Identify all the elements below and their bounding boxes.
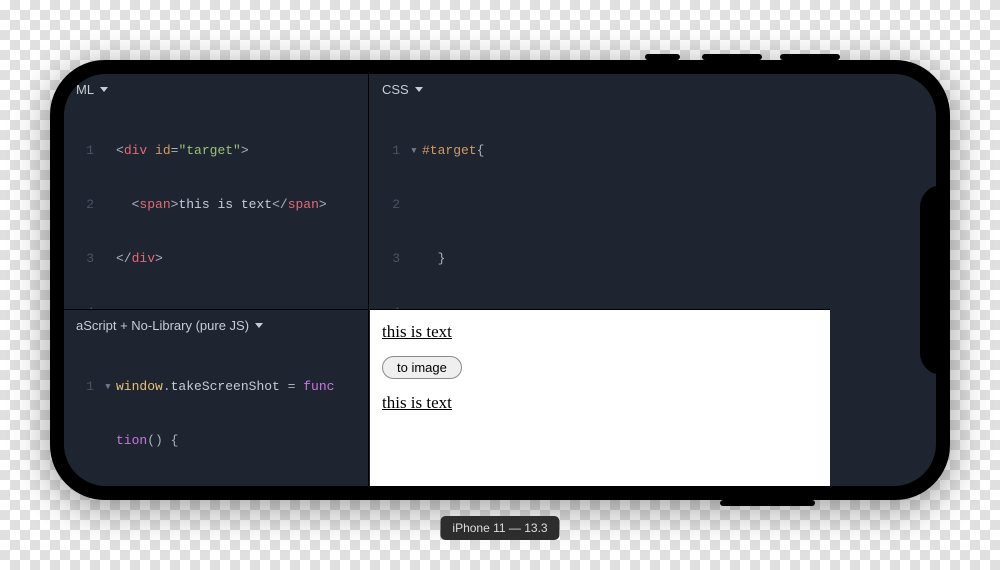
line-number: 1 <box>64 142 104 160</box>
device-label: iPhone 11 — 13.3 <box>440 516 559 540</box>
js-pane-label: aScript + No-Library (pure JS) <box>76 318 249 333</box>
dropdown-icon <box>415 87 423 92</box>
line-number: 3 <box>64 250 104 268</box>
html-pane-label: ML <box>76 82 94 97</box>
css-pane-header[interactable]: CSS <box>370 74 936 104</box>
preview-pane: this is text to image this is text <box>370 309 830 486</box>
line-number <box>64 432 104 450</box>
to-image-button[interactable]: to image <box>382 356 462 379</box>
css-editor-pane[interactable]: CSS 1 ▾ #target{ 2 3 } <box>370 74 936 309</box>
device-button <box>645 54 680 60</box>
js-code-area[interactable]: 1 ▾ window.takeScreenShot = func tion() … <box>64 340 368 486</box>
preview-text: this is text <box>382 393 818 413</box>
device-button <box>702 54 762 60</box>
dropdown-icon <box>100 87 108 92</box>
device-screen: ML 1 <div id="target"> 2 <span>this is t… <box>64 74 936 486</box>
line-number: 3 <box>370 250 410 268</box>
device-button <box>720 500 815 506</box>
device-button <box>780 54 840 60</box>
line-number: 2 <box>64 196 104 214</box>
device-frame: ML 1 <div id="target"> 2 <span>this is t… <box>50 60 950 500</box>
js-editor-pane[interactable]: aScript + No-Library (pure JS) 1 ▾ windo… <box>64 309 369 486</box>
line-number: 1 <box>64 378 104 396</box>
js-pane-header[interactable]: aScript + No-Library (pure JS) <box>64 310 368 340</box>
dropdown-icon <box>255 323 263 328</box>
preview-text: this is text <box>382 322 818 342</box>
html-editor-pane[interactable]: ML 1 <div id="target"> 2 <span>this is t… <box>64 74 369 309</box>
line-number: 2 <box>370 196 410 214</box>
css-pane-label: CSS <box>382 82 409 97</box>
line-number: 1 <box>370 142 410 160</box>
device-notch <box>920 185 950 375</box>
html-pane-header[interactable]: ML <box>64 74 368 104</box>
